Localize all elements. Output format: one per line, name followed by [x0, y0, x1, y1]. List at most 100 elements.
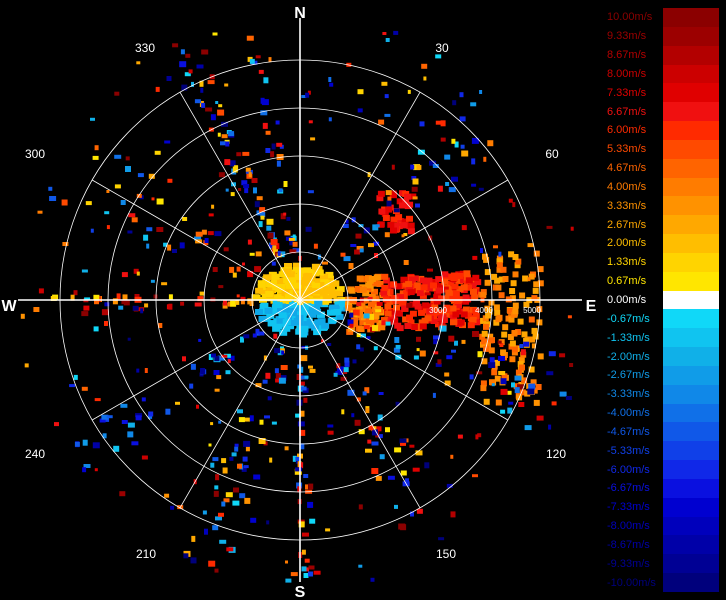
echo-cell — [437, 359, 442, 365]
legend-label: -10.00m/s — [607, 576, 656, 589]
echo-cell — [519, 364, 525, 371]
echo-cell — [483, 156, 487, 162]
echo-cell — [349, 323, 354, 328]
echo-cell — [221, 134, 228, 139]
echo-cell — [498, 371, 506, 375]
echo-cell — [194, 99, 201, 104]
legend-label: 6.00m/s — [607, 124, 647, 137]
echo-cell — [348, 287, 356, 294]
echo-cell — [232, 272, 237, 278]
echo-cell — [416, 290, 424, 297]
echo-cell — [179, 61, 187, 68]
echo-cell — [218, 512, 224, 517]
echo-cell — [304, 558, 310, 563]
echo-cell — [295, 467, 303, 472]
echo-cell — [154, 150, 161, 155]
echo-cell — [451, 349, 456, 353]
echo-cell — [452, 100, 457, 106]
echo-cell — [313, 570, 321, 575]
legend-label: -8.67m/s — [607, 538, 650, 551]
echo-cell — [180, 49, 185, 55]
echo-cell — [493, 245, 498, 249]
echo-cell — [478, 187, 484, 191]
echo-cell — [480, 248, 483, 253]
echo-cell — [419, 323, 427, 330]
echo-cell — [333, 372, 338, 377]
legend-label: 8.67m/s — [607, 49, 647, 62]
echo-cell — [390, 227, 397, 234]
echo-cell — [212, 457, 219, 462]
echo-cell — [512, 271, 519, 278]
echo-cell — [433, 339, 438, 345]
echo-cell — [500, 388, 508, 395]
echo-cell — [445, 289, 453, 296]
echo-cell — [106, 415, 113, 419]
echo-cell — [518, 402, 525, 407]
legend-swatch — [663, 177, 719, 197]
echo-cell — [569, 363, 574, 367]
echo-cell — [250, 517, 257, 523]
echo-cell — [229, 266, 235, 273]
echo-cell — [438, 537, 445, 541]
echo-cell — [94, 145, 99, 151]
echo-cell — [218, 172, 225, 178]
echo-cell — [146, 243, 150, 249]
legend-swatch — [663, 83, 719, 103]
echo-cell — [120, 403, 128, 408]
echo-cell — [230, 300, 237, 307]
echo-cell — [208, 560, 216, 567]
echo-cell — [104, 321, 108, 326]
echo-cell — [132, 305, 139, 311]
radar-display[interactable]: N S E W 30 60 120 150 210 240 300 330 30… — [0, 0, 600, 600]
echo-cell — [500, 409, 506, 414]
echo-cell — [522, 275, 529, 282]
echo-cell — [294, 273, 303, 280]
echo-cell — [500, 378, 507, 385]
echo-cell — [210, 114, 216, 121]
echo-cell — [200, 368, 206, 374]
echo-cell — [460, 284, 468, 291]
echo-cell — [263, 77, 269, 84]
echo-cell — [369, 313, 374, 320]
echo-cell — [255, 309, 263, 315]
echo-cell — [480, 385, 487, 392]
echo-cell — [136, 61, 141, 65]
echo-cell — [375, 475, 382, 481]
echo-cell — [274, 348, 281, 354]
echo-cell — [267, 320, 276, 327]
echo-cell — [225, 370, 231, 375]
echo-cell — [382, 215, 390, 221]
echo-cell — [450, 511, 456, 518]
echo-cell — [532, 287, 539, 294]
echo-cell — [498, 251, 502, 257]
echo-cell — [249, 58, 255, 64]
range-label-3000: 3000 — [429, 306, 447, 315]
echo-cell — [274, 368, 279, 374]
echo-cell — [403, 260, 409, 265]
echo-cell — [245, 167, 251, 172]
echo-cell — [164, 493, 170, 498]
echo-cell — [172, 249, 177, 253]
echo-cell — [343, 256, 351, 262]
echo-cell — [511, 382, 515, 388]
echo-cell — [141, 455, 148, 460]
echo-cell — [491, 383, 495, 387]
echo-cell — [302, 532, 309, 537]
echo-cell — [146, 227, 153, 232]
echo-cell — [495, 284, 502, 291]
echo-cell — [255, 55, 261, 59]
echo-cell — [341, 409, 345, 415]
echo-cell — [368, 301, 375, 308]
echo-cell — [297, 421, 305, 427]
echo-cell — [325, 528, 331, 532]
echo-cell — [405, 281, 413, 288]
echo-cell — [570, 226, 574, 231]
echo-cell — [242, 151, 250, 156]
echo-cell — [285, 560, 288, 564]
echo-cell — [285, 280, 294, 287]
echo-cell — [253, 474, 261, 480]
echo-cell — [475, 434, 479, 440]
echo-cell — [217, 132, 221, 137]
echo-cell — [435, 276, 443, 283]
echo-cell — [477, 351, 483, 358]
